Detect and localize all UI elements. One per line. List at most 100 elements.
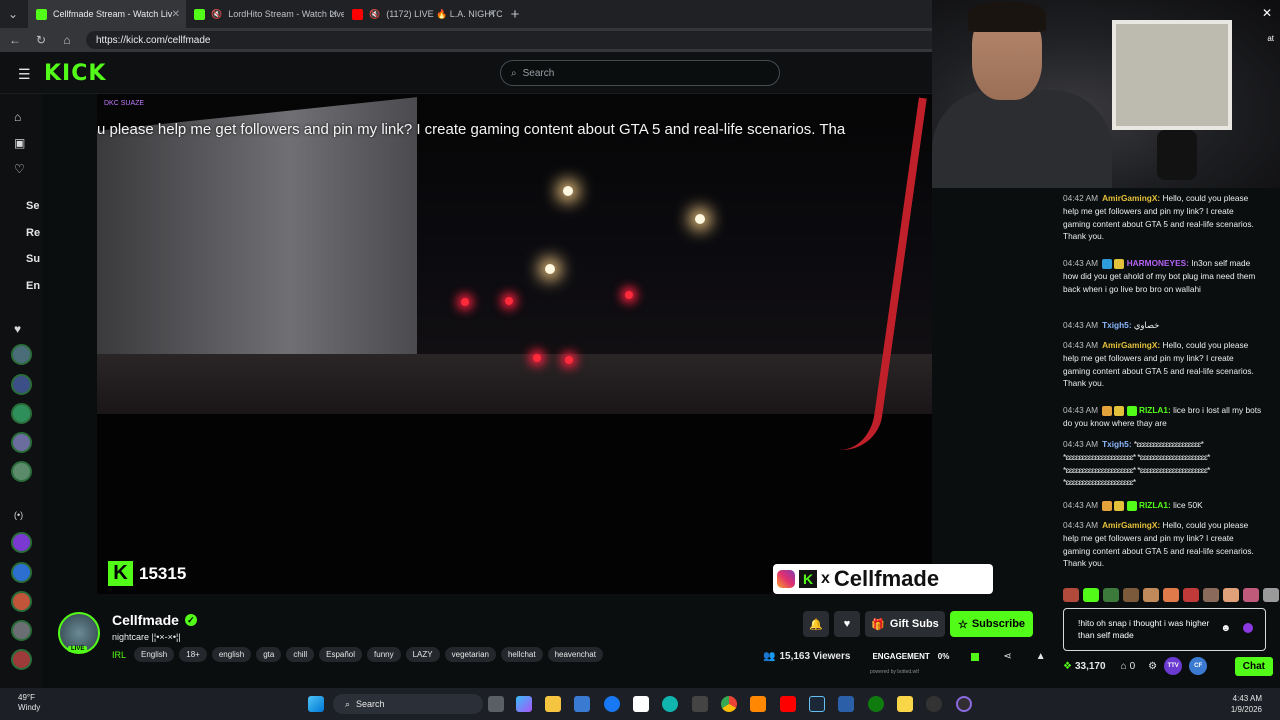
recommended-channel-avatar[interactable]	[11, 591, 32, 612]
stream-tag[interactable]: chill	[286, 647, 315, 662]
muted-icon[interactable]: 🔇	[369, 9, 380, 20]
sidebar-label[interactable]: Se	[26, 200, 39, 212]
browser-tab-cellfmade[interactable]: Cellfmade Stream - Watch Liv ✕	[28, 0, 186, 28]
copilot-icon[interactable]	[516, 696, 532, 712]
subscribe-button[interactable]: ☆ Subscribe	[950, 611, 1033, 637]
chat-input[interactable]: !hito oh snap i thought i was higher tha…	[1063, 608, 1266, 651]
stream-tag[interactable]: gta	[256, 647, 282, 662]
muted-icon[interactable]: 🔇	[211, 9, 222, 20]
obs-icon[interactable]	[956, 696, 972, 712]
followed-channel-avatar[interactable]	[11, 403, 32, 424]
xbox-icon[interactable]	[868, 696, 884, 712]
sidebar-label[interactable]: En	[26, 280, 40, 292]
video-player[interactable]	[97, 94, 932, 594]
notes-icon[interactable]	[897, 696, 913, 712]
taskbar-search[interactable]: ⌕ Search	[333, 694, 483, 714]
emote-icon[interactable]	[1183, 588, 1199, 602]
emote-icon[interactable]	[1103, 588, 1119, 602]
youtube-icon[interactable]	[780, 696, 796, 712]
github-icon[interactable]	[926, 696, 942, 712]
extension-cf-icon[interactable]: CF	[1189, 657, 1208, 675]
window-close-icon[interactable]: ✕	[1262, 6, 1272, 20]
emote-icon[interactable]	[1163, 588, 1179, 602]
back-icon[interactable]: ←	[8, 33, 22, 47]
chat-username[interactable]: AmirGamingX	[1102, 340, 1157, 350]
chat-username[interactable]: AmirGamingX	[1102, 193, 1157, 203]
app-icon[interactable]	[838, 696, 854, 712]
chrome-icon[interactable]	[721, 696, 737, 712]
emote-icon[interactable]	[1083, 588, 1099, 602]
amazon-icon[interactable]	[633, 696, 649, 712]
tab-list-icon[interactable]: ⌄	[6, 7, 20, 21]
following-heart-icon[interactable]: ♡	[14, 162, 25, 176]
extension-ttv-icon[interactable]: TTV	[1164, 657, 1183, 675]
stream-tag[interactable]: funny	[367, 647, 401, 662]
chat-username[interactable]: AmirGamingX	[1102, 520, 1157, 530]
followed-channel-avatar[interactable]	[11, 461, 32, 482]
browser-tab-youtube[interactable]: 🔇 (1172) LIVE 🔥 L.A. NIGHTCRA ✕	[344, 0, 502, 28]
sidebar-label[interactable]: Su	[26, 253, 40, 265]
edge-icon[interactable]	[662, 696, 678, 712]
chat-username[interactable]: RIZLA1	[1139, 405, 1168, 415]
followed-channel-avatar[interactable]	[11, 432, 32, 453]
notification-bell-button[interactable]: 🔔	[803, 611, 829, 637]
emote-icon[interactable]	[1223, 588, 1239, 602]
emote-icon[interactable]	[1143, 588, 1159, 602]
follow-heart-button[interactable]: ♥	[834, 611, 860, 637]
chat-settings-icon[interactable]: ⚙	[1148, 661, 1157, 672]
windows-start-icon[interactable]	[308, 696, 324, 712]
emote-icon[interactable]	[1263, 588, 1279, 602]
browse-icon[interactable]: ▣	[14, 136, 25, 150]
share-icon[interactable]: ⋖	[1003, 651, 1011, 662]
chat-username[interactable]: Txigh5	[1102, 320, 1129, 330]
home-icon[interactable]: ⌂	[60, 33, 74, 47]
task-view-icon[interactable]	[488, 696, 504, 712]
gift-subs-button[interactable]: 🎁 Gift Subs	[865, 611, 945, 637]
file-explorer-icon[interactable]	[545, 696, 561, 712]
emote-icon[interactable]	[1063, 588, 1079, 602]
emoji-picker-icon[interactable]: ☻	[1220, 623, 1231, 635]
streamer-name[interactable]: Cellfmade	[112, 612, 179, 628]
stream-tag[interactable]: english	[211, 647, 252, 662]
url-field[interactable]: https://kick.com/cellfmade	[86, 31, 1006, 49]
new-tab-icon[interactable]: +	[508, 6, 522, 23]
close-tab-icon[interactable]: ✕	[330, 9, 338, 20]
home-icon[interactable]: ⌂	[14, 110, 21, 124]
emote-icon[interactable]	[1243, 588, 1259, 602]
search-bar[interactable]: ⌕ Search	[500, 60, 780, 86]
sidebar-label[interactable]: Re	[26, 227, 40, 239]
stream-tag[interactable]: Español	[319, 647, 363, 662]
vlc-icon[interactable]	[750, 696, 766, 712]
stream-tag[interactable]: 18+	[179, 647, 207, 662]
recommended-channel-avatar[interactable]	[11, 562, 32, 583]
stream-tag[interactable]: hellchat	[500, 647, 543, 662]
emote-icon[interactable]	[1123, 588, 1139, 602]
system-clock[interactable]: 4:43 AM 1/9/2026	[1231, 693, 1262, 715]
close-tab-icon[interactable]: ✕	[172, 9, 180, 20]
recommended-channel-avatar[interactable]	[11, 620, 32, 641]
emote-icon[interactable]	[1203, 588, 1219, 602]
menu-icon[interactable]: ☰	[18, 66, 31, 83]
recommended-channel-avatar[interactable]	[11, 532, 32, 553]
weather-widget[interactable]: 49°F Windy	[18, 693, 40, 713]
chat-send-button[interactable]: Chat	[1234, 656, 1273, 676]
browser-tab-lordhito[interactable]: 🔇 LordHito Stream - Watch Live ✕	[186, 0, 344, 28]
followed-channel-avatar[interactable]	[11, 344, 32, 365]
category-link[interactable]: IRL	[112, 650, 126, 660]
stream-tag[interactable]: English	[134, 647, 175, 662]
chat-username[interactable]: HARMONEYES	[1127, 258, 1186, 268]
store-icon[interactable]	[574, 696, 590, 712]
calculator-icon[interactable]	[692, 696, 708, 712]
facebook-icon[interactable]	[604, 696, 620, 712]
stream-tag[interactable]: heavenchat	[547, 647, 603, 662]
steam-icon[interactable]	[809, 696, 825, 712]
recommended-channel-avatar[interactable]	[11, 649, 32, 670]
reload-icon[interactable]: ↻	[34, 33, 48, 47]
chat-username[interactable]: Txigh5	[1102, 439, 1129, 449]
followed-channel-avatar[interactable]	[11, 374, 32, 395]
kick-emote-icon[interactable]	[1243, 623, 1253, 633]
stream-tag[interactable]: LAZY	[405, 647, 440, 662]
chat-username[interactable]: RIZLA1	[1139, 500, 1168, 510]
stream-tag[interactable]: vegetarian	[444, 647, 496, 662]
close-tab-icon[interactable]: ✕	[488, 9, 496, 20]
